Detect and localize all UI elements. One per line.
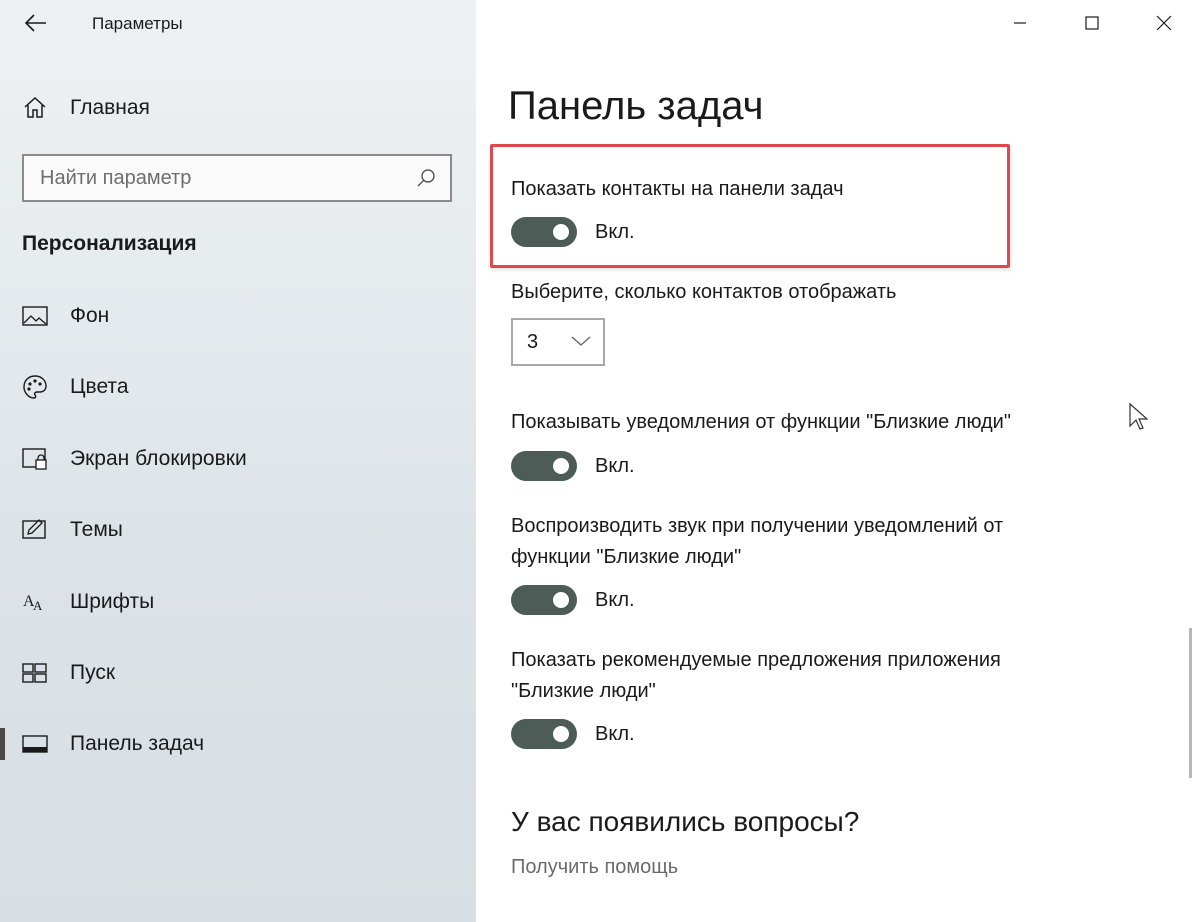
show-notifications-label: Показывать уведомления от функции "Близк… xyxy=(511,411,1011,433)
play-sound-label-line2: функции "Близкие люди" xyxy=(511,546,742,568)
app-title: Параметры xyxy=(92,14,183,33)
minimize-button[interactable] xyxy=(984,0,1056,46)
sidebar-item-label: Панель задач xyxy=(70,732,205,755)
back-button[interactable] xyxy=(16,6,56,40)
sidebar-item-colors[interactable]: Цвета xyxy=(0,363,476,411)
window-controls xyxy=(984,0,1200,46)
toggle-state-text: Вкл. xyxy=(595,220,635,243)
sidebar-item-label: Экран блокировки xyxy=(70,447,247,470)
scrollbar[interactable] xyxy=(1189,628,1192,778)
sidebar-item-fonts[interactable]: AA Шрифты xyxy=(0,578,476,626)
active-indicator xyxy=(0,728,5,760)
sidebar-item-start[interactable]: Пуск xyxy=(0,649,476,697)
search-box[interactable] xyxy=(22,154,452,202)
close-button[interactable] xyxy=(1128,0,1200,46)
contacts-count-label: Выберите, сколько контактов отображать xyxy=(511,281,897,303)
sidebar-item-label: Шрифты xyxy=(70,590,155,613)
sidebar: Параметры Главная Персонализация Фон Цве… xyxy=(0,0,476,922)
search-icon[interactable] xyxy=(416,168,436,188)
sidebar-item-themes[interactable]: Темы xyxy=(0,506,476,554)
sidebar-item-label: Цвета xyxy=(70,375,129,398)
page-title: Панель задач xyxy=(508,84,764,128)
taskbar-icon xyxy=(22,731,48,757)
toggle-knob xyxy=(553,458,569,474)
chevron-down-icon xyxy=(571,336,591,346)
minimize-icon xyxy=(1014,22,1026,24)
toggle-state-text: Вкл. xyxy=(595,588,635,611)
search-input[interactable] xyxy=(40,166,416,190)
suggestions-label-line2: "Близкие люди" xyxy=(511,680,656,702)
maximize-icon xyxy=(1085,16,1099,30)
suggestions-toggle[interactable] xyxy=(511,719,577,749)
mouse-cursor-icon xyxy=(1129,402,1148,430)
show-notifications-row: Вкл. xyxy=(511,451,635,481)
suggestions-row: Вкл. xyxy=(511,719,635,749)
sidebar-item-taskbar[interactable]: Панель задач xyxy=(0,720,476,768)
main-content: Панель задач Показать контакты на панели… xyxy=(476,0,1200,922)
sidebar-item-label: Темы xyxy=(70,518,123,541)
dropdown-value: 3 xyxy=(527,330,539,353)
fonts-icon: AA xyxy=(22,589,48,615)
sidebar-item-lock-screen[interactable]: Экран блокировки xyxy=(0,435,476,483)
suggestions-label-line1: Показать рекомендуемые предложения прило… xyxy=(511,649,1001,671)
toggle-state-text: Вкл. xyxy=(595,454,635,477)
themes-icon xyxy=(22,517,48,543)
highlight-annotation xyxy=(490,144,1010,268)
sidebar-item-label: Пуск xyxy=(70,661,116,684)
home-nav-item[interactable]: Главная xyxy=(22,92,150,124)
show-contacts-label: Показать контакты на панели задач xyxy=(511,178,844,200)
home-icon xyxy=(24,96,46,118)
questions-heading: У вас появились вопросы? xyxy=(511,806,860,837)
sidebar-item-label: Фон xyxy=(70,304,110,327)
get-help-link[interactable]: Получить помощь xyxy=(511,856,678,879)
lock-screen-icon xyxy=(22,446,48,472)
play-sound-toggle[interactable] xyxy=(511,585,577,615)
picture-icon xyxy=(22,303,48,329)
svg-text:A: A xyxy=(33,598,43,613)
start-icon xyxy=(22,660,48,686)
back-arrow-icon xyxy=(25,14,46,32)
play-sound-label-line1: Воспроизводить звук при получении уведом… xyxy=(511,515,1004,537)
play-sound-row: Вкл. xyxy=(511,585,635,615)
maximize-button[interactable] xyxy=(1056,0,1128,46)
show-contacts-row: Вкл. xyxy=(511,217,635,247)
close-icon xyxy=(1156,15,1172,31)
toggle-knob xyxy=(553,592,569,608)
toggle-state-text: Вкл. xyxy=(595,722,635,745)
show-notifications-toggle[interactable] xyxy=(511,451,577,481)
section-title: Персонализация xyxy=(22,232,197,255)
show-contacts-toggle[interactable] xyxy=(511,217,577,247)
sidebar-item-background[interactable]: Фон xyxy=(0,292,476,340)
home-label: Главная xyxy=(70,96,150,119)
toggle-knob xyxy=(553,726,569,742)
toggle-knob xyxy=(553,224,569,240)
contacts-count-dropdown[interactable]: 3 xyxy=(511,318,605,366)
palette-icon xyxy=(22,374,48,400)
